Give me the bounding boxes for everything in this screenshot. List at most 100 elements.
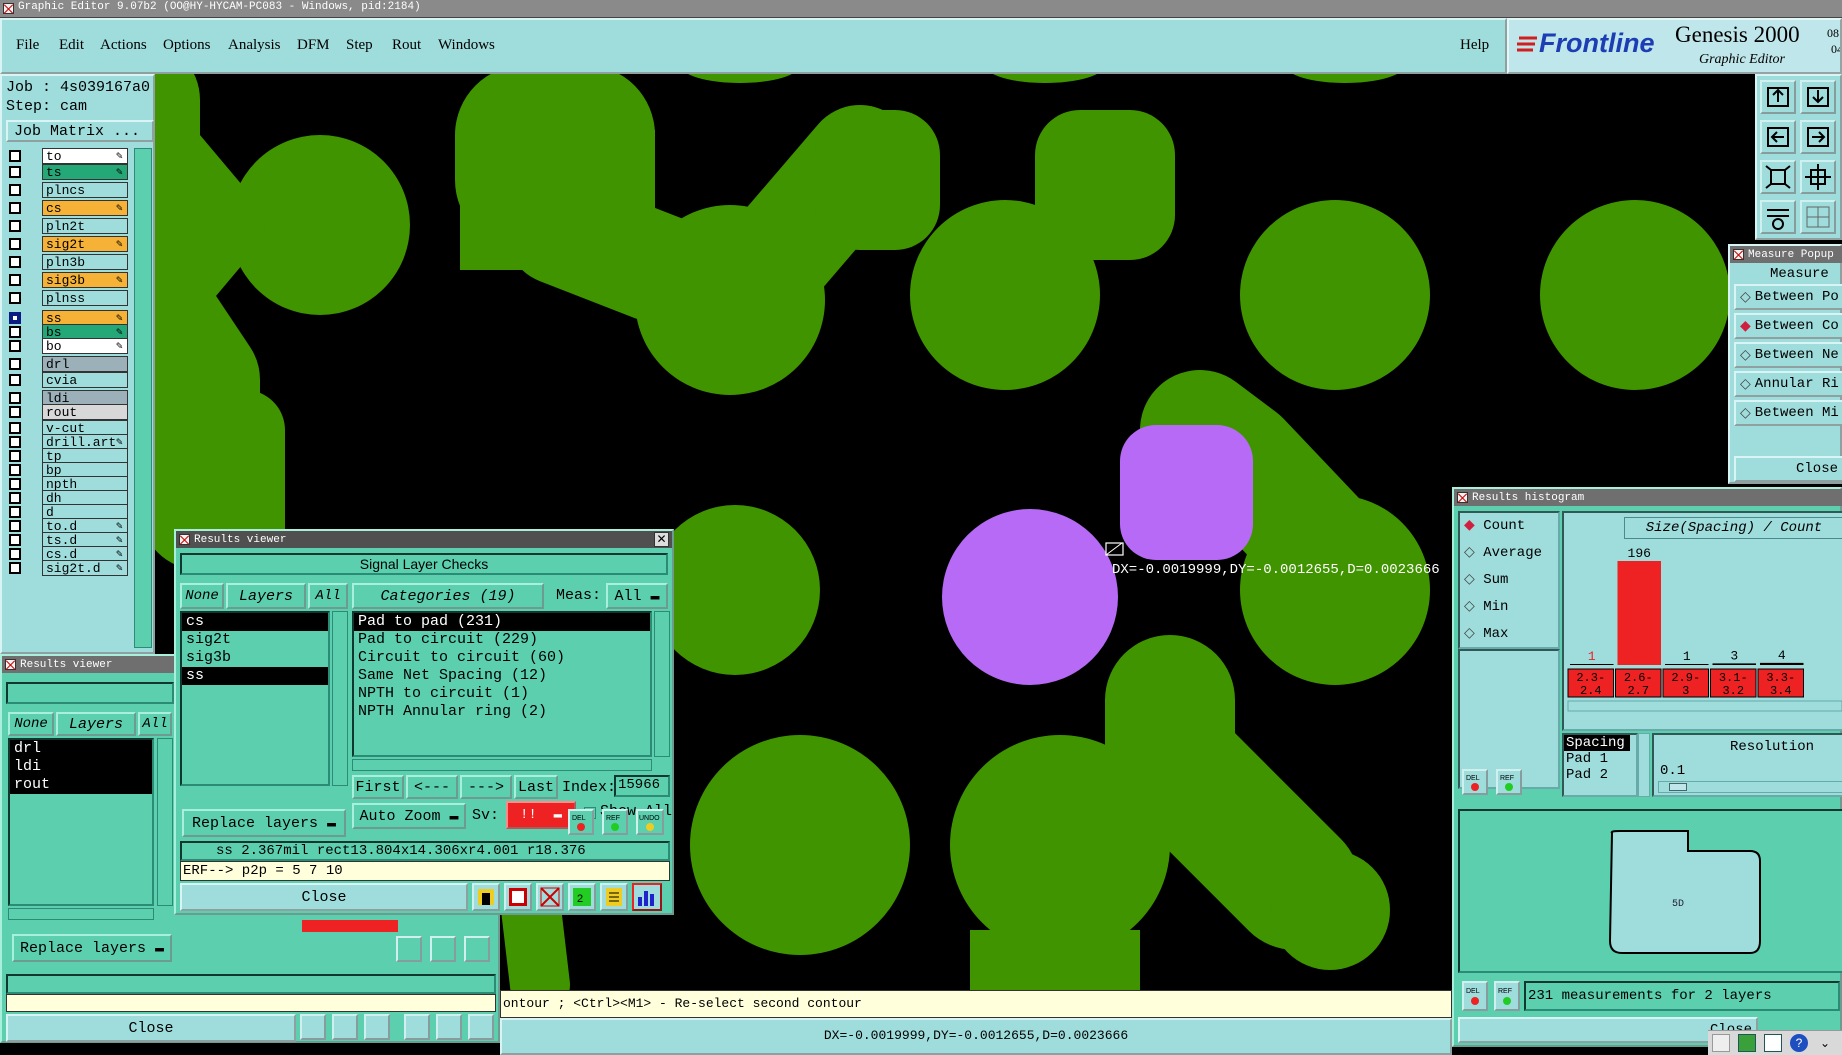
rv-main-sv-dropdown[interactable]: !! ▬	[506, 801, 576, 829]
rv-back-tool-icon-3[interactable]	[364, 1014, 390, 1040]
layer-checkbox[interactable]	[9, 274, 21, 286]
layer-checkbox[interactable]	[9, 326, 21, 338]
histogram-ref-icon[interactable]: REF	[1496, 769, 1522, 795]
list-item[interactable]: drl	[10, 740, 152, 758]
rv-back-hscroll[interactable]	[8, 908, 154, 920]
rv-back-all-button[interactable]: All	[138, 712, 172, 736]
layer-row-cs[interactable]: cs ✎	[6, 200, 130, 216]
layer-row-plnss[interactable]: plnss	[6, 290, 130, 306]
menu-analysis[interactable]: Analysis	[228, 37, 281, 54]
layer-checkbox[interactable]	[9, 374, 21, 386]
menu-help[interactable]: Help	[1460, 37, 1489, 54]
layer-row-plncs[interactable]: plncs	[6, 182, 130, 198]
list-item[interactable]: NPTH Annular ring (2)	[354, 703, 650, 721]
rv-main-category-hscroll[interactable]	[352, 759, 652, 771]
mode-count[interactable]: ◆ Count	[1464, 517, 1525, 534]
layer-checkbox[interactable]	[9, 492, 21, 504]
rv-main-tool-icon-4[interactable]: 2	[568, 883, 596, 911]
layer-checkbox[interactable]	[9, 166, 21, 178]
tray-chevron-down-icon[interactable]: ⌄	[1816, 1034, 1834, 1052]
menu-options[interactable]: Options	[163, 37, 211, 54]
layer-checkbox[interactable]	[9, 406, 21, 418]
rv-main-none-button[interactable]: None	[180, 583, 224, 609]
view-down-icon[interactable]	[1800, 80, 1836, 114]
layer-row-to[interactable]: to ✎	[6, 148, 130, 164]
rv-main-close-x-icon[interactable]: ✕	[654, 532, 669, 547]
histogram-bar[interactable]	[1712, 663, 1757, 665]
layer-name[interactable]: pln2t	[42, 218, 128, 234]
layer-checkbox[interactable]	[9, 506, 21, 518]
menu-edit[interactable]: Edit	[59, 37, 84, 54]
rv-back-tool-icon-6[interactable]	[468, 1014, 494, 1040]
zoom-fit-icon[interactable]	[1760, 160, 1796, 194]
list-item[interactable]: Same Net Spacing (12)	[354, 667, 650, 685]
rv-back-tool-icon-1[interactable]	[300, 1014, 326, 1040]
resolution-slider[interactable]	[1658, 781, 1842, 793]
rv-main-layer-vscroll[interactable]	[332, 611, 348, 786]
rv-main-del-icon[interactable]: DEL	[568, 809, 594, 835]
list-item[interactable]: ldi	[10, 758, 152, 776]
rv-main-tool-icon-5[interactable]	[600, 883, 628, 911]
rv-main-category-list[interactable]: Pad to pad (231) Pad to circuit (229) Ci…	[352, 611, 652, 757]
rv-main-next-button[interactable]: --->	[460, 775, 512, 799]
layer-row-pln3b[interactable]: pln3b	[6, 254, 130, 270]
rv-back-del-icon[interactable]	[396, 936, 422, 962]
rv-main-last-button[interactable]: Last	[514, 775, 558, 799]
layer-name[interactable]: plnss	[42, 290, 128, 306]
rv-back-tool-icon-2[interactable]	[332, 1014, 358, 1040]
layer-row-drl[interactable]: drl	[6, 356, 130, 372]
list-item[interactable]: Pad 1	[1564, 751, 1636, 767]
layer-name[interactable]: plncs	[42, 182, 128, 198]
layer-checkbox[interactable]	[9, 464, 21, 476]
rv-main-first-button[interactable]: First	[352, 775, 404, 799]
layer-row-ts[interactable]: ts ✎	[6, 164, 130, 180]
rv-back-replace-layers-button[interactable]: Replace layers ▬	[12, 934, 172, 962]
rv-back-layer-list[interactable]: drl ldi rout	[8, 738, 154, 906]
histogram-spacing-list[interactable]: Spacing Pad 1 Pad 2	[1562, 733, 1638, 797]
rv-back-tool-icon-5[interactable]	[436, 1014, 462, 1040]
layer-checkbox[interactable]	[9, 150, 21, 162]
rv-main-tool-icon-1[interactable]	[472, 883, 500, 911]
rv-main-undo-icon[interactable]: UNDO	[636, 809, 664, 835]
rv-main-auto-zoom-dropdown[interactable]: Auto Zoom ▬	[352, 803, 466, 829]
rv-main-tool-icon-3[interactable]	[536, 883, 564, 911]
rv-back-layers-button[interactable]: Layers	[56, 712, 136, 736]
list-item[interactable]: Pad to circuit (229)	[354, 631, 650, 649]
menu-step[interactable]: Step	[346, 37, 373, 54]
rv-main-histogram-icon[interactable]	[632, 883, 662, 911]
settings-tool-icon[interactable]	[1760, 200, 1796, 234]
layer-row-pln2t[interactable]: pln2t	[6, 218, 130, 234]
view-left-icon[interactable]	[1760, 120, 1796, 154]
layer-checkbox[interactable]	[9, 358, 21, 370]
measure-option-annular-ring[interactable]: ◇ Annular Ri	[1734, 371, 1842, 397]
rv-main-categories-button[interactable]: Categories (19)	[352, 583, 544, 609]
layer-row-sig2t-d[interactable]: sig2t.d ✎	[6, 560, 130, 576]
menu-windows[interactable]: Windows	[438, 37, 495, 54]
list-item[interactable]: Pad 2	[1564, 767, 1636, 783]
rv-back-none-button[interactable]: None	[8, 712, 54, 736]
layer-row-cvia[interactable]: cvia	[6, 372, 130, 388]
rv-back-close-button[interactable]: Close	[6, 1014, 296, 1042]
list-item[interactable]: rout	[10, 776, 152, 794]
layer-scrollbar[interactable]	[134, 148, 152, 648]
job-matrix-button[interactable]: Job Matrix ...	[6, 120, 154, 142]
rv-main-prev-button[interactable]: <---	[406, 775, 458, 799]
layer-checkbox[interactable]	[9, 292, 21, 304]
histogram-spacing-scroll[interactable]	[1638, 733, 1650, 797]
histogram-bar[interactable]	[1617, 561, 1662, 665]
rv-main-all-button[interactable]: All	[308, 583, 348, 609]
histogram-bar[interactable]	[1760, 662, 1804, 665]
measure-option-between-points[interactable]: ◇ Between Po	[1734, 284, 1842, 310]
list-item[interactable]: ss	[182, 667, 328, 685]
rv-main-meas-dropdown[interactable]: All ▬	[606, 583, 668, 609]
rv-main-category-vscroll[interactable]	[654, 611, 670, 757]
layer-checkbox[interactable]	[9, 520, 21, 532]
rv-back-vscroll[interactable]	[157, 738, 173, 906]
close-icon[interactable]	[3, 3, 14, 14]
layer-checkbox[interactable]	[9, 238, 21, 250]
zoom-in-icon[interactable]	[1800, 160, 1836, 194]
rv-back-tool-icon-4[interactable]	[404, 1014, 430, 1040]
layer-name[interactable]: drl	[42, 356, 128, 372]
rv-back-undo-icon[interactable]	[464, 936, 490, 962]
layer-name[interactable]: rout	[42, 404, 128, 420]
